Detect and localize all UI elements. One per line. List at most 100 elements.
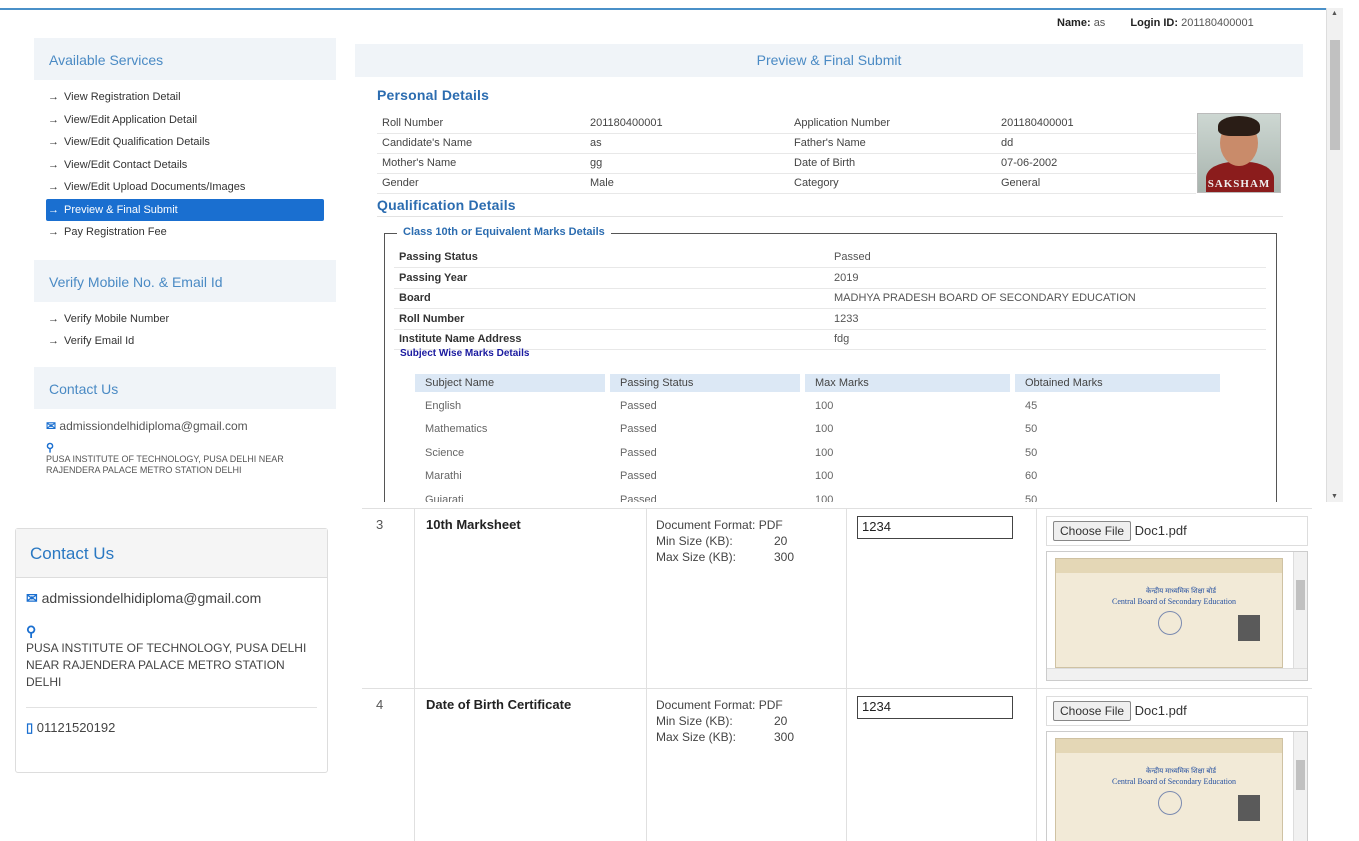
table-row: Science Passed 100 50: [425, 446, 1038, 459]
class10-legend: Class 10th or Equivalent Marks Details: [397, 226, 611, 238]
documents-table: 3 10th Marksheet Document Format: PDF Mi…: [362, 508, 1312, 841]
document-row: 3 10th Marksheet Document Format: PDF Mi…: [362, 508, 1312, 688]
sidebar: Available Services → View Registration De…: [34, 38, 336, 486]
table-row: Passing Status Passed: [394, 247, 1266, 268]
preview-panel: Preview & Final Submit Personal Details …: [355, 44, 1303, 502]
file-chooser: Choose File Doc1.pdf: [1046, 696, 1308, 726]
sidebar-item-verify-mobile[interactable]: → Verify Mobile Number: [46, 308, 324, 331]
page: Name: as Login ID: 201180400001 ▲ ▼ Avai…: [0, 0, 1359, 841]
sidebar-contact-email[interactable]: admissiondelhidiploma@gmail.com: [59, 419, 247, 433]
qualification-details-title: Qualification Details: [377, 197, 516, 213]
phone-icon: ▯: [26, 720, 34, 735]
document-format: Document Format: PDF Min Size (KB): 20 Ma…: [656, 698, 795, 744]
table-row: Mother's Name gg Date of Birth 07-06-200…: [377, 153, 1196, 174]
table-row: Marathi Passed 100 60: [425, 470, 1038, 483]
preview-scrollbar[interactable]: [1293, 732, 1307, 841]
photo-icon: [1238, 795, 1260, 821]
photo-icon: [1238, 615, 1260, 641]
sidebar-title: Available Services: [34, 38, 336, 80]
file-chooser: Choose File Doc1.pdf: [1046, 516, 1308, 546]
mail-icon: ✉: [26, 590, 38, 606]
arrow-icon: →: [48, 136, 59, 149]
user-info: Name: as Login ID: 201180400001: [1057, 17, 1254, 29]
preview-title: Preview & Final Submit: [355, 44, 1303, 77]
location-pin-icon: ⚲: [26, 623, 37, 639]
sidebar-item-upload[interactable]: → View/Edit Upload Documents/Images: [46, 176, 324, 199]
file-name: Doc1.pdf: [1134, 523, 1187, 538]
contact-email[interactable]: admissiondelhidiploma@gmail.com: [42, 590, 262, 606]
preview-scrollbar[interactable]: [1293, 552, 1307, 680]
arrow-icon: →: [48, 335, 59, 348]
arrow-icon: →: [48, 225, 59, 238]
mail-icon: ✉: [46, 418, 57, 433]
subject-marks-title: Subject Wise Marks Details: [400, 348, 530, 359]
class10-table: Passing Status Passed Passing Year 2019 Bo…: [394, 247, 1266, 350]
document-preview[interactable]: केन्द्रीय माध्यमिक शिक्षा बोर्ड Central …: [1046, 731, 1308, 841]
seal-icon: [1158, 611, 1182, 635]
candidate-photo: SAKSHAM: [1197, 113, 1281, 193]
sidebar-contact: ✉ admissiondelhidiploma@gmail.com ⚲ PUSA…: [34, 409, 336, 486]
contact-card: Contact Us ✉ admissiondelhidiploma@gmail…: [15, 528, 328, 773]
scroll-down-icon[interactable]: ▼: [1331, 493, 1338, 500]
table-row: Institute Name Address fdg: [394, 329, 1266, 350]
verify-list: → Verify Mobile Number → Verify Email Id: [34, 302, 336, 353]
table-row: Roll Number 201180400001 Application Num…: [377, 113, 1196, 134]
sidebar-contact-title: Contact Us: [34, 366, 336, 409]
sidebar-item-pay-fee[interactable]: → Pay Registration Fee: [46, 221, 324, 244]
sidebar-item-application[interactable]: → View/Edit Application Detail: [46, 109, 324, 132]
certificate-image: केन्द्रीय माध्यमिक शिक्षा बोर्ड Central …: [1055, 738, 1283, 841]
class10-fieldset: Class 10th or Equivalent Marks Details P…: [384, 226, 1277, 502]
photo-caption: SAKSHAM: [1207, 178, 1271, 190]
document-format: Document Format: PDF Min Size (KB): 20 Ma…: [656, 518, 795, 564]
sidebar-item-preview[interactable]: → Preview & Final Submit: [46, 198, 324, 221]
page-scrollbar[interactable]: ▲ ▼: [1326, 8, 1343, 502]
top-rule: [0, 8, 1326, 10]
arrow-icon: →: [48, 181, 59, 194]
personal-details-title: Personal Details: [377, 87, 490, 103]
sidebar-item-verify-email[interactable]: → Verify Email Id: [46, 330, 324, 353]
contact-card-title: Contact Us: [16, 529, 327, 578]
preview-hscrollbar[interactable]: [1047, 668, 1307, 680]
table-header-row: Subject Name Passing Status Max Marks Ob…: [415, 374, 1220, 392]
table-row: Mathematics Passed 100 50: [425, 423, 1038, 436]
arrow-icon: →: [48, 113, 59, 126]
document-name: Date of Birth Certificate: [426, 697, 572, 712]
arrow-icon: →: [48, 312, 59, 325]
document-name: 10th Marksheet: [426, 517, 521, 532]
table-row: Candidate's Name as Father's Name dd: [377, 133, 1196, 154]
table-row: Gujarati Passed 100 50: [425, 493, 1038, 502]
contact-phone: 01121520192: [36, 720, 116, 735]
document-number-input[interactable]: 1234: [857, 696, 1013, 719]
sidebar-list: → View Registration Detail → View/Edit App…: [34, 80, 336, 244]
table-row: Board MADHYA PRADESH BOARD OF SECONDARY E…: [394, 288, 1266, 309]
table-row: Gender Male Category General: [377, 173, 1196, 194]
scroll-up-icon[interactable]: ▲: [1331, 10, 1338, 17]
document-number-input[interactable]: 1234: [857, 516, 1013, 539]
verify-title: Verify Mobile No. & Email Id: [34, 259, 336, 302]
sidebar-contact-address: PUSA INSTITUTE OF TECHNOLOGY, PUSA DELHI…: [46, 453, 284, 475]
login-value: 201180400001: [1181, 17, 1254, 29]
arrow-icon: →: [48, 203, 59, 216]
arrow-icon: →: [48, 158, 59, 171]
table-row: Roll Number 1233: [394, 308, 1266, 330]
certificate-image: केन्द्रीय माध्यमिक शिक्षा बोर्ड Central …: [1055, 558, 1283, 668]
sidebar-item-contact[interactable]: → View/Edit Contact Details: [46, 154, 324, 177]
file-name: Doc1.pdf: [1134, 703, 1187, 718]
contact-address: PUSA INSTITUTE OF TECHNOLOGY, PUSA DELHI…: [26, 641, 307, 689]
marks-table: Subject Name Passing Status Max Marks Ob…: [410, 370, 1225, 502]
arrow-icon: →: [48, 91, 59, 103]
seal-icon: [1158, 791, 1182, 815]
login-label: Login ID:: [1130, 17, 1179, 29]
document-preview[interactable]: केन्द्रीय माध्यमिक शिक्षा बोर्ड Central …: [1046, 551, 1308, 681]
document-row: 4 Date of Birth Certificate Document For…: [362, 688, 1312, 841]
name-label: Name:: [1057, 17, 1091, 29]
table-row: English Passed 100 45: [425, 399, 1038, 412]
sidebar-item-registration[interactable]: → View Registration Detail: [46, 86, 324, 109]
name-value: as: [1093, 17, 1106, 29]
scroll-thumb[interactable]: [1330, 40, 1340, 150]
sidebar-item-qualification[interactable]: → View/Edit Qualification Details: [46, 131, 324, 154]
location-pin-icon: ⚲: [46, 441, 55, 454]
choose-file-button[interactable]: Choose File: [1053, 521, 1132, 541]
choose-file-button[interactable]: Choose File: [1053, 701, 1132, 721]
table-row: Passing Year 2019: [394, 267, 1266, 289]
